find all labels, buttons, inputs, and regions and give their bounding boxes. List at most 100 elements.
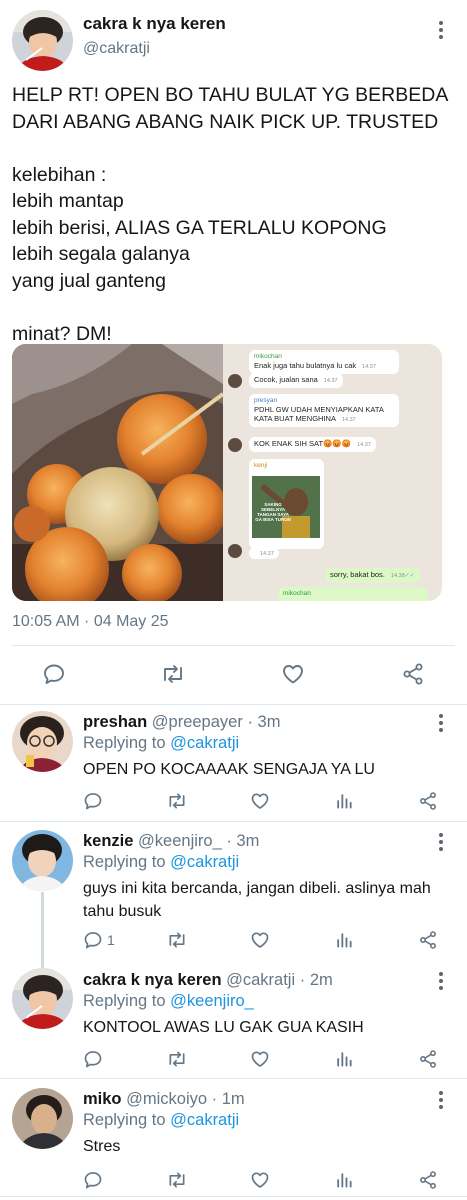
avatar[interactable]: [12, 10, 73, 71]
chat-text: PDHL GW UDAH MENYIAPKAN KATA KATA BUAT M…: [254, 405, 384, 423]
replying-to: Replying to @cakratji: [83, 853, 239, 872]
reply-header: preshan @preepayer · 3m: [83, 713, 280, 732]
tweet-media[interactable]: mikochan Enak juga tahu bulatnya lu cak 1…: [12, 344, 442, 601]
handle[interactable]: @keenjiro_: [138, 832, 222, 850]
sticker-image: SAKING SEBELNYA TANGAN SAYA GA BISA TURU…: [252, 476, 320, 538]
retweet-icon[interactable]: [160, 662, 186, 686]
chat-text: Enak juga tahu bulatnya lu cak: [254, 361, 357, 370]
reply-tweet[interactable]: kenzie @keenjiro_ · 3m Replying to @cakr…: [0, 822, 467, 968]
avatar[interactable]: [12, 1088, 73, 1149]
divider: [0, 1196, 467, 1197]
sticker-caption: SAKING SEBELNYA TANGAN SAYA GA BISA TURU…: [255, 502, 291, 522]
analytics-icon[interactable]: [334, 930, 354, 950]
reply-text: OPEN PO KOCAAAAK SENGAJA YA LU: [83, 761, 375, 778]
replying-to-label: Replying to: [83, 853, 171, 871]
reply-icon[interactable]: [42, 662, 66, 686]
display-name[interactable]: kenzie: [83, 832, 133, 850]
chat-sender: presyan: [254, 397, 278, 404]
replying-to-label: Replying to: [83, 734, 171, 752]
more-options-icon[interactable]: [431, 20, 451, 40]
reply-header: kenzie @keenjiro_ · 3m: [83, 832, 259, 851]
chat-sender: mikochan: [283, 590, 311, 597]
tweet-timestamp[interactable]: 10:05 AM · 04 May 25: [12, 613, 169, 631]
tweet-text-line: DARI ABANG ABANG NAIK PICK UP. TRUSTED: [12, 110, 439, 133]
like-icon[interactable]: [250, 930, 270, 950]
retweet-icon[interactable]: [166, 1170, 188, 1190]
reply-text: guys ini kita bercanda, jangan dibeli. a…: [83, 880, 431, 920]
display-name[interactable]: preshan: [83, 713, 147, 731]
reply-tweet[interactable]: preshan @preepayer · 3m Replying to @cak…: [0, 705, 467, 820]
more-options-icon[interactable]: [431, 971, 451, 991]
handle[interactable]: @cakratji: [83, 40, 150, 58]
tweet-text-line: [12, 294, 460, 321]
handle[interactable]: @preepayer: [152, 713, 243, 731]
more-options-icon[interactable]: [431, 832, 451, 852]
tweet-text-line: lebih berisi, ALIAS GA TERLALU KOPONG: [12, 216, 387, 239]
reply-icon[interactable]: [83, 791, 107, 811]
analytics-icon[interactable]: [334, 1170, 354, 1190]
reply-icon[interactable]: [83, 1049, 107, 1069]
reply-icon[interactable]: 1: [83, 930, 115, 950]
handle[interactable]: @mickoiyo: [126, 1090, 207, 1108]
chat-text: sorry, bakat bos.: [330, 570, 385, 579]
tweet-text-line: lebih segala galanya: [12, 243, 190, 265]
chat-text: KOK ENAK SIH SAT😡😡😡: [254, 439, 352, 448]
retweet-icon[interactable]: [166, 930, 188, 950]
chat-bubble: kenji SAKING SEBELNYA TANGAN SAYA GA BIS…: [249, 459, 324, 549]
avatar[interactable]: [12, 968, 73, 1029]
more-options-icon[interactable]: [431, 713, 451, 733]
reply-text: Stres: [83, 1138, 121, 1155]
handle[interactable]: @cakratji: [226, 971, 295, 989]
like-icon[interactable]: [250, 1049, 270, 1069]
display-name[interactable]: cakra k nya keren: [83, 971, 222, 989]
avatar[interactable]: [12, 830, 73, 891]
tahu-bulat-photo[interactable]: [12, 344, 223, 601]
chat-bubble: presyan PDHL GW UDAH MENYIAPKAN KATA KAT…: [249, 394, 399, 427]
replying-to: Replying to @cakratji: [83, 734, 239, 753]
tweet-text-line: yang jual ganteng: [12, 269, 166, 292]
like-icon[interactable]: [250, 791, 270, 811]
display-name[interactable]: miko: [83, 1090, 122, 1108]
like-icon[interactable]: [250, 1170, 270, 1190]
main-tweet: cakra k nya keren @cakratji HELP RT! OPE…: [0, 0, 467, 705]
avatar[interactable]: [12, 711, 73, 772]
share-icon[interactable]: [418, 1170, 438, 1190]
tweet-text-line: lebih mantap: [12, 190, 124, 212]
chat-time: 14.37: [260, 551, 274, 557]
chat-text: Cocok, jualan sana: [254, 375, 318, 384]
retweet-icon[interactable]: [166, 791, 188, 811]
analytics-icon[interactable]: [334, 791, 354, 811]
more-options-icon[interactable]: [431, 1090, 451, 1110]
chat-time: 14.37: [362, 364, 376, 370]
tweet-text-line: kelebihan :: [12, 163, 107, 186]
chat-avatar: [228, 544, 242, 558]
reply-tweet[interactable]: cakra k nya keren @cakratji · 2m Replyin…: [0, 962, 467, 1077]
reply-tweet[interactable]: miko @mickoiyo · 1m Replying to @cakratj…: [0, 1079, 467, 1194]
divider: [12, 645, 455, 646]
tweet-text: HELP RT! OPEN BO TAHU BULAT YG BERBEDA D…: [12, 82, 460, 347]
share-icon[interactable]: [418, 930, 438, 950]
mention-link[interactable]: @cakratji: [170, 734, 239, 752]
tweet-text-line: [12, 135, 460, 162]
share-icon[interactable]: [418, 1049, 438, 1069]
mention-link[interactable]: @cakratji: [170, 1111, 239, 1129]
reply-icon[interactable]: [83, 1170, 107, 1190]
analytics-icon[interactable]: [334, 1049, 354, 1069]
mention-link[interactable]: @cakratji: [170, 853, 239, 871]
tweet-text-line: HELP RT! OPEN BO TAHU BULAT YG BERBEDA: [12, 84, 449, 106]
share-icon[interactable]: [401, 662, 425, 686]
replying-to-label: Replying to: [83, 1111, 171, 1129]
mention-link[interactable]: @keenjiro_: [170, 992, 254, 1010]
reply-header: cakra k nya keren @cakratji · 2m: [83, 971, 333, 990]
chat-avatar: [228, 374, 242, 388]
replying-to-label: Replying to: [83, 992, 171, 1010]
like-icon[interactable]: [281, 662, 305, 686]
share-icon[interactable]: [418, 791, 438, 811]
display-name[interactable]: cakra k nya keren: [83, 14, 226, 34]
retweet-icon[interactable]: [166, 1049, 188, 1069]
chat-time: 14.38: [390, 573, 405, 579]
reply-age: · 2m: [299, 971, 333, 989]
reply-age: · 3m: [247, 713, 281, 731]
reply-text: KONTOOL AWAS LU GAK GUA KASIH: [83, 1019, 364, 1036]
chat-screenshot[interactable]: mikochan Enak juga tahu bulatnya lu cak 1…: [223, 344, 442, 601]
